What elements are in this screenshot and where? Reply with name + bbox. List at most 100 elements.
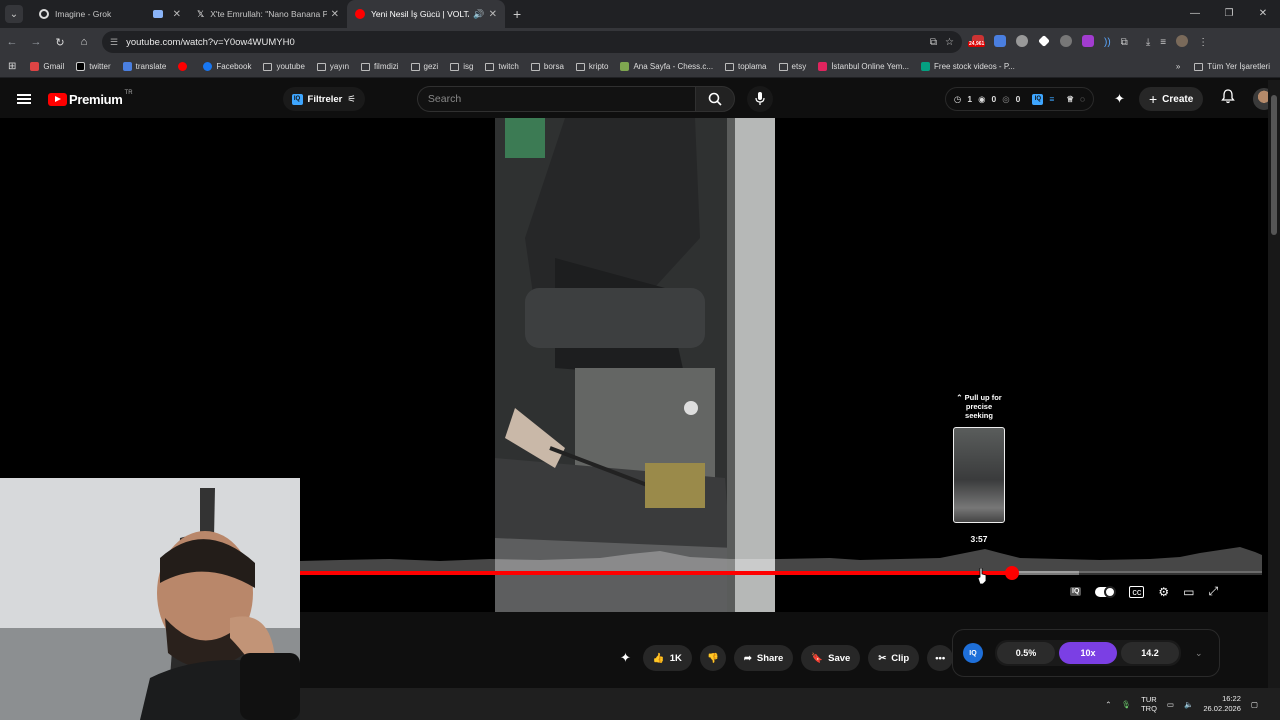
volume-icon[interactable]: 🔈 xyxy=(1184,700,1193,709)
webcam-overlay xyxy=(0,478,300,720)
back-icon[interactable]: ← xyxy=(0,36,24,48)
bookmark-twitter[interactable]: twitter xyxy=(76,62,111,71)
filters-button[interactable]: IQ Filtreler ⚟ xyxy=(282,87,365,111)
voice-search-button[interactable] xyxy=(746,86,773,112)
tab-x[interactable]: 𝕏 X'te Emrullah: "Nano Banana Pr ✕ xyxy=(189,0,347,28)
bookmark-label: isg xyxy=(463,62,474,71)
iq-player-icon[interactable]: IQ xyxy=(1070,587,1082,596)
notification-center-icon[interactable]: ▢ xyxy=(1251,700,1258,709)
tab-youtube[interactable]: Yeni Nesil İş Gücü | VOLTA V 🔊 ✕ xyxy=(347,0,505,28)
bookmark-folder[interactable]: gezi xyxy=(410,62,438,71)
iq-metric-percent[interactable]: 0.5% xyxy=(997,642,1055,664)
bookmark-star-icon[interactable]: ☆ xyxy=(945,37,954,48)
bookmark-folder[interactable]: twitch xyxy=(485,62,519,71)
extension-icon[interactable]: )) xyxy=(1104,37,1111,48)
tab-search-button[interactable]: ⌄ xyxy=(5,5,23,23)
extension-stats[interactable]: ◷ 1 ◉ 0 ◎ 0 IQ ≡ ♕ ◌ xyxy=(944,87,1095,111)
restore-icon[interactable]: ❐ xyxy=(1212,0,1246,28)
bookmark-translate[interactable]: translate xyxy=(122,62,166,71)
video-actions: ✦ 👍 1K 👎 ➦ Share 🔖 Save ✂ Clip ••• xyxy=(620,645,954,671)
settings-gear-icon[interactable]: ⚙ xyxy=(1158,585,1169,599)
menu-icon[interactable]: ⋮ xyxy=(1198,37,1208,48)
new-tab-button[interactable]: + xyxy=(513,6,521,22)
more-bookmarks-icon[interactable]: » xyxy=(1176,62,1180,71)
site-info-icon[interactable]: ☰ xyxy=(110,37,118,48)
bookmark-folder[interactable]: yayın xyxy=(316,62,349,71)
bookmark-pexels[interactable]: Free stock videos - P... xyxy=(921,62,1015,71)
install-icon[interactable]: ⧉ xyxy=(930,37,937,48)
close-icon[interactable]: ✕ xyxy=(331,9,339,20)
minimize-icon[interactable]: — xyxy=(1178,0,1212,28)
youtube-premium-logo[interactable]: Premium TR xyxy=(48,90,133,107)
create-button[interactable]: + Create xyxy=(1138,87,1204,111)
save-button[interactable]: 🔖 Save xyxy=(801,645,861,671)
chevron-down-icon[interactable]: ⌄ xyxy=(1195,648,1203,659)
iq-logo-icon[interactable]: IQ xyxy=(963,643,983,663)
microphone-tray-icon[interactable]: 🎙 xyxy=(1122,700,1132,709)
search-button[interactable] xyxy=(694,86,735,112)
fullscreen-icon[interactable]: ⤢ xyxy=(1209,584,1219,599)
share-icon: ➦ xyxy=(743,652,752,664)
clip-button[interactable]: ✂ Clip xyxy=(868,645,920,671)
home-icon[interactable]: ⌂ xyxy=(72,36,96,48)
search-input[interactable]: Search xyxy=(416,86,695,112)
download-icon[interactable]: ⤓ xyxy=(1146,37,1150,48)
iq-metric-score[interactable]: 14.2 xyxy=(1121,642,1179,664)
profile-icon[interactable] xyxy=(1176,34,1189,50)
bookmark-folder[interactable]: youtube xyxy=(263,62,305,71)
bookmark-folder[interactable]: etsy xyxy=(778,62,806,71)
hover-time: 3:57 xyxy=(970,534,988,544)
bookmark-folder[interactable]: kripto xyxy=(575,62,608,71)
media-icon[interactable]: ≡ xyxy=(1160,37,1166,48)
bookmark-folder[interactable]: borsa xyxy=(530,62,564,71)
seek-hint: ⌃ Pull up for precise seeking xyxy=(953,393,1005,420)
close-icon[interactable]: ✕ xyxy=(173,9,181,20)
bookmark-yemek[interactable]: İstanbul Online Yem... xyxy=(818,62,909,71)
bookmark-label: Gmail xyxy=(43,62,65,71)
address-bar[interactable]: ☰ youtube.com/watch?v=Y0ow4WUMYH0 ⧉ ☆ xyxy=(102,31,962,53)
bookmark-chess[interactable]: Ana Sayfa - Chess.c... xyxy=(620,62,713,71)
close-window-icon[interactable]: ✕ xyxy=(1246,0,1280,28)
tray-expand-icon[interactable]: ⌃ xyxy=(1105,700,1111,709)
folder-icon xyxy=(485,62,495,71)
extension-icon[interactable] xyxy=(1016,34,1028,50)
extensions-puzzle-icon[interactable]: ⧉ xyxy=(1121,37,1128,48)
bookmark-folder[interactable]: filmdizi xyxy=(361,62,399,71)
hamburger-menu-icon[interactable] xyxy=(17,92,31,106)
bookmark-youtube-icon[interactable] xyxy=(178,62,191,71)
all-bookmarks[interactable]: Tüm Yer İşaretleri xyxy=(1194,62,1270,71)
extension-icon[interactable] xyxy=(1082,34,1094,50)
bookmark-facebook[interactable]: Facebook xyxy=(203,62,251,71)
apps-icon[interactable]: ⊞ xyxy=(8,61,16,72)
autoplay-toggle[interactable] xyxy=(1095,585,1117,598)
scrollbar-thumb[interactable] xyxy=(1271,95,1277,235)
dislike-button[interactable]: 👎 xyxy=(699,645,726,671)
scrubber-handle[interactable] xyxy=(1004,566,1019,580)
progress-bar[interactable] xyxy=(300,566,1262,580)
theater-mode-icon[interactable]: ▭ xyxy=(1183,585,1194,599)
gemini-ask-icon[interactable]: ✦ xyxy=(620,650,631,666)
system-clock[interactable]: 16:22 26.02.2026 xyxy=(1203,694,1241,714)
language-indicator[interactable]: TUR TRQ xyxy=(1141,695,1157,713)
extension-badge-icon[interactable]: 24,961 xyxy=(968,34,986,50)
forward-icon[interactable]: → xyxy=(24,36,48,48)
extension-icon[interactable] xyxy=(1038,34,1050,50)
bookmark-label: Free stock videos - P... xyxy=(934,62,1015,71)
bookmark-folder[interactable]: isg xyxy=(450,62,473,71)
like-button[interactable]: 👍 1K xyxy=(642,645,692,671)
tab-grok[interactable]: Imagine - Grok ✕ xyxy=(31,0,189,28)
iq-metric-multiplier[interactable]: 10x xyxy=(1059,642,1117,664)
reload-icon[interactable]: ↻ xyxy=(48,36,72,49)
captions-icon[interactable]: cc xyxy=(1129,585,1145,598)
share-button[interactable]: ➦ Share xyxy=(733,645,794,671)
bookmark-gmail[interactable]: Gmail xyxy=(30,62,64,71)
extension-icon[interactable] xyxy=(1060,34,1072,50)
bookmark-folder[interactable]: toplama xyxy=(725,62,767,71)
gemini-icon[interactable]: ✦ xyxy=(1114,91,1125,107)
translate-ext-icon[interactable] xyxy=(994,34,1006,50)
more-actions-button[interactable]: ••• xyxy=(927,645,954,671)
network-icon[interactable]: ▭ xyxy=(1167,700,1174,709)
notifications-button[interactable] xyxy=(1221,89,1236,109)
close-icon[interactable]: ✕ xyxy=(489,9,497,20)
speaker-icon[interactable]: 🔊 xyxy=(473,9,484,20)
